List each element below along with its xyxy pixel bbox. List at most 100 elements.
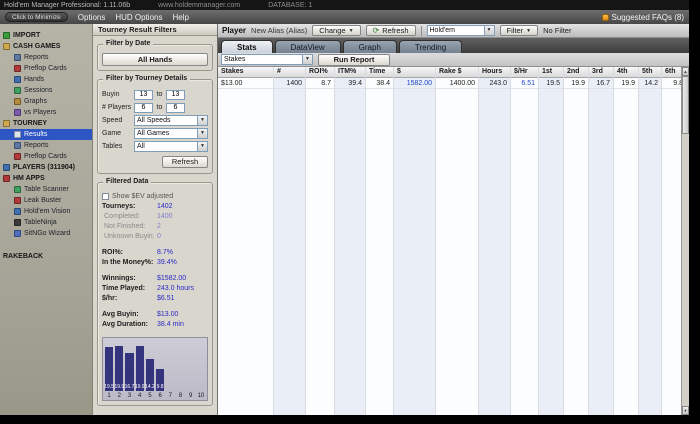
column-header-hours[interactable]: Hours [479,67,510,78]
buyin-from-input[interactable] [134,89,153,100]
column-header-[interactable]: # [274,67,305,78]
sidebar-item-preflop-cards[interactable]: Preflop Cards [0,151,92,162]
buyin-to-input[interactable] [166,89,185,100]
sidebar-section-players-311904[interactable]: PLAYERS (311904) [0,162,92,173]
tab-trending[interactable]: Trending [398,40,463,53]
folder-icon [3,43,10,50]
table-cell-2nd[interactable]: 19.9 [564,78,588,89]
speed-label: Speed [102,117,123,124]
menu-options[interactable]: Options [78,13,106,22]
chevron-down-icon: ▼ [197,116,207,125]
all-hands-button[interactable]: All Hands [102,53,208,66]
table-cell-5th[interactable]: 14.2 [639,78,661,89]
sidebar-item-results[interactable]: Results [0,129,92,140]
column-header-stakes[interactable]: Stakes [218,67,273,78]
sidebar-section-rakeback[interactable]: RAKEBACK [0,251,92,262]
filter-button[interactable]: Filter ▼ [499,25,539,36]
sidebar-item-tableninja[interactable]: TableNinja [0,217,92,228]
menu-hud-options[interactable]: HUD Options [115,13,162,22]
sidebar-section-hm-apps[interactable]: HM APPS [0,173,92,184]
column-header-rake[interactable]: Rake $ [436,67,478,78]
chevron-down-icon: ▼ [526,27,532,34]
game-type-select[interactable]: Hold'em ▼ [426,25,495,36]
column-header-hr[interactable]: $/Hr [511,67,538,78]
filter-refresh-button[interactable]: Refresh [162,156,208,168]
sidebar-item-vs-players[interactable]: vs Players [0,107,92,118]
sidebar-item-hands[interactable]: Hands [0,74,92,85]
sidebar-item-table-scanner[interactable]: Table Scanner [0,184,92,195]
table-cell-[interactable]: 1400 [274,78,305,89]
table-column-itm: ITM% 39.4 [335,67,366,415]
sidebar-section-cash-games[interactable]: CASH GAMES [0,41,92,52]
sidebar-item-hold-em-vision[interactable]: Hold'em Vision [0,206,92,217]
change-player-button[interactable]: Change ▼ [312,25,361,36]
scroll-up-icon[interactable]: ▲ [682,67,689,76]
table-cell-hr[interactable]: 6.51 [511,78,538,89]
column-header-time[interactable]: Time [366,67,393,78]
tab-dataview[interactable]: DataView [274,40,341,53]
ev-adjusted-checkbox[interactable] [102,193,109,200]
sidebar-item-reports[interactable]: Reports [0,52,92,63]
table-cell-6th[interactable]: 9.8 [662,78,681,89]
filtered-data-label: Filtered Data [103,178,152,185]
column-header-2nd[interactable]: 2nd [564,67,588,78]
chart-x-label: 1 [107,393,111,399]
holdem-vision-icon [14,208,21,215]
stat-winnings: Winnings: $1582.00 [102,274,208,284]
table-cell-time[interactable]: 38.4 [366,78,393,89]
sidebar-section-tourney[interactable]: TOURNEY [0,118,92,129]
table-column-4th: 4th 19.9 [614,67,639,415]
column-header-5th[interactable]: 5th [639,67,661,78]
players-from-input[interactable] [134,102,153,113]
sidebar-item-sitngo-wizard[interactable]: SitNGo Wizard [0,228,92,239]
table-cell-stakes[interactable]: $13.00 [218,78,273,89]
column-header-3rd[interactable]: 3rd [589,67,613,78]
column-header-1st[interactable]: 1st [539,67,563,78]
sidebar-item-preflop-cards[interactable]: Preflop Cards [0,63,92,74]
player-refresh-button[interactable]: ⟳ Refresh [365,25,416,36]
stat-label: In the Money%: [102,259,154,266]
stat-label: Avg Buyin: [102,311,139,318]
table-cell-hours[interactable]: 243.0 [479,78,510,89]
report-type-value: Stakes [224,56,246,63]
table-cell-itm[interactable]: 39.4 [335,78,365,89]
table-cell-roi[interactable]: 8.7 [306,78,334,89]
sidebar-item-reports[interactable]: Reports [0,140,92,151]
minimize-button[interactable]: Click to Minimize [5,12,68,22]
chevron-down-icon: ▼ [348,27,354,34]
scroll-down-icon[interactable]: ▼ [682,406,689,415]
game-label: Game [102,130,122,137]
sidebar-section-import[interactable]: IMPORT [0,30,92,41]
column-filler [366,89,393,415]
sidebar-item-label: Table Scanner [24,186,69,193]
table-cell-[interactable]: 1582.00 [394,78,435,89]
game-select[interactable]: All Games ▼ [134,128,208,139]
tab-graph[interactable]: Graph [342,40,397,53]
speed-select[interactable]: All Speeds ▼ [134,115,208,126]
sidebar-item-leak-buster[interactable]: Leak Buster [0,195,92,206]
tables-select[interactable]: All ▼ [134,141,208,152]
players-to-input[interactable] [166,102,185,113]
sidebar-item-sessions[interactable]: Sessions [0,85,92,96]
column-filler [614,89,638,415]
chart-x-label: 8 [178,393,183,399]
stat-value: 39.4% [157,259,177,266]
report-type-select[interactable]: Stakes ▼ [221,54,313,65]
table-cell-3rd[interactable]: 16.7 [589,78,613,89]
column-header-4th[interactable]: 4th [614,67,638,78]
column-header-itm[interactable]: ITM% [335,67,365,78]
sidebar-item-graphs[interactable]: Graphs [0,96,92,107]
run-report-button[interactable]: Run Report [318,53,390,66]
column-header-roi[interactable]: ROI% [306,67,334,78]
vertical-scrollbar[interactable]: ▲ ▼ [681,67,689,415]
menu-help[interactable]: Help [172,13,188,22]
scrollbar-thumb[interactable] [682,76,689,134]
suggested-faqs[interactable]: Suggested FAQs (8) [601,13,684,22]
table-cell-4th[interactable]: 19.9 [614,78,638,89]
column-header-[interactable]: $ [394,67,435,78]
column-header-6th[interactable]: 6th [662,67,681,78]
table-cell-rake[interactable]: 1400.00 [436,78,478,89]
tab-stats[interactable]: Stats [221,40,273,53]
table-cell-1st[interactable]: 19.5 [539,78,563,89]
table-column-: $1582.00 [394,67,436,415]
